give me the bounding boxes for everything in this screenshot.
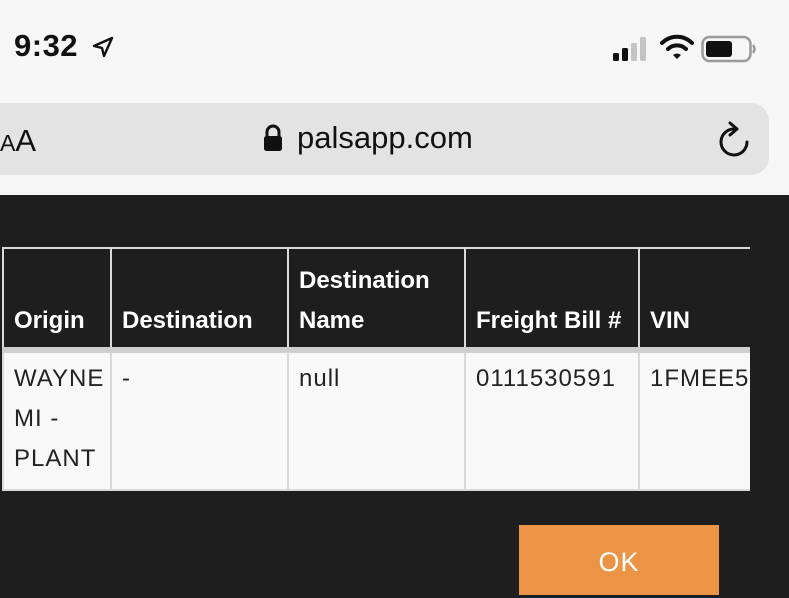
- column-header-vin: VIN: [638, 247, 752, 353]
- text-size-large-label: A: [15, 123, 37, 158]
- url-text[interactable]: palsapp.com: [297, 120, 473, 156]
- ok-button[interactable]: OK: [519, 525, 719, 595]
- table-clip-edge: [750, 195, 789, 589]
- cell-destination: -: [110, 349, 289, 491]
- table-header-row: Origin Destination Destination Name Frei…: [2, 247, 752, 353]
- battery-icon: [701, 35, 756, 63]
- text-size-button[interactable]: AA: [0, 123, 36, 159]
- cell-destination-name: null: [287, 349, 466, 491]
- wifi-icon: [660, 34, 694, 59]
- lock-icon: [264, 124, 282, 151]
- results-table: Origin Destination Destination Name Frei…: [2, 247, 752, 491]
- table-row: WAYNE MI - PLANT - null 0111530591 1FMEE…: [2, 349, 752, 491]
- status-bar: 9:32: [0, 0, 789, 95]
- cellular-signal-icon: [613, 37, 646, 61]
- text-size-small-label: A: [0, 130, 16, 156]
- cell-freight-bill: 0111530591: [464, 349, 640, 491]
- status-time: 9:32: [14, 28, 79, 63]
- location-arrow-icon: [92, 36, 114, 58]
- cell-vin: 1FMEE5I: [638, 349, 752, 491]
- reload-icon[interactable]: [716, 120, 754, 160]
- column-header-freight-bill: Freight Bill #: [464, 247, 640, 353]
- column-header-origin: Origin: [2, 247, 112, 353]
- cell-origin: WAYNE MI - PLANT: [2, 349, 112, 491]
- column-header-destination: Destination: [110, 247, 289, 353]
- column-header-destination-name: Destination Name: [287, 247, 466, 353]
